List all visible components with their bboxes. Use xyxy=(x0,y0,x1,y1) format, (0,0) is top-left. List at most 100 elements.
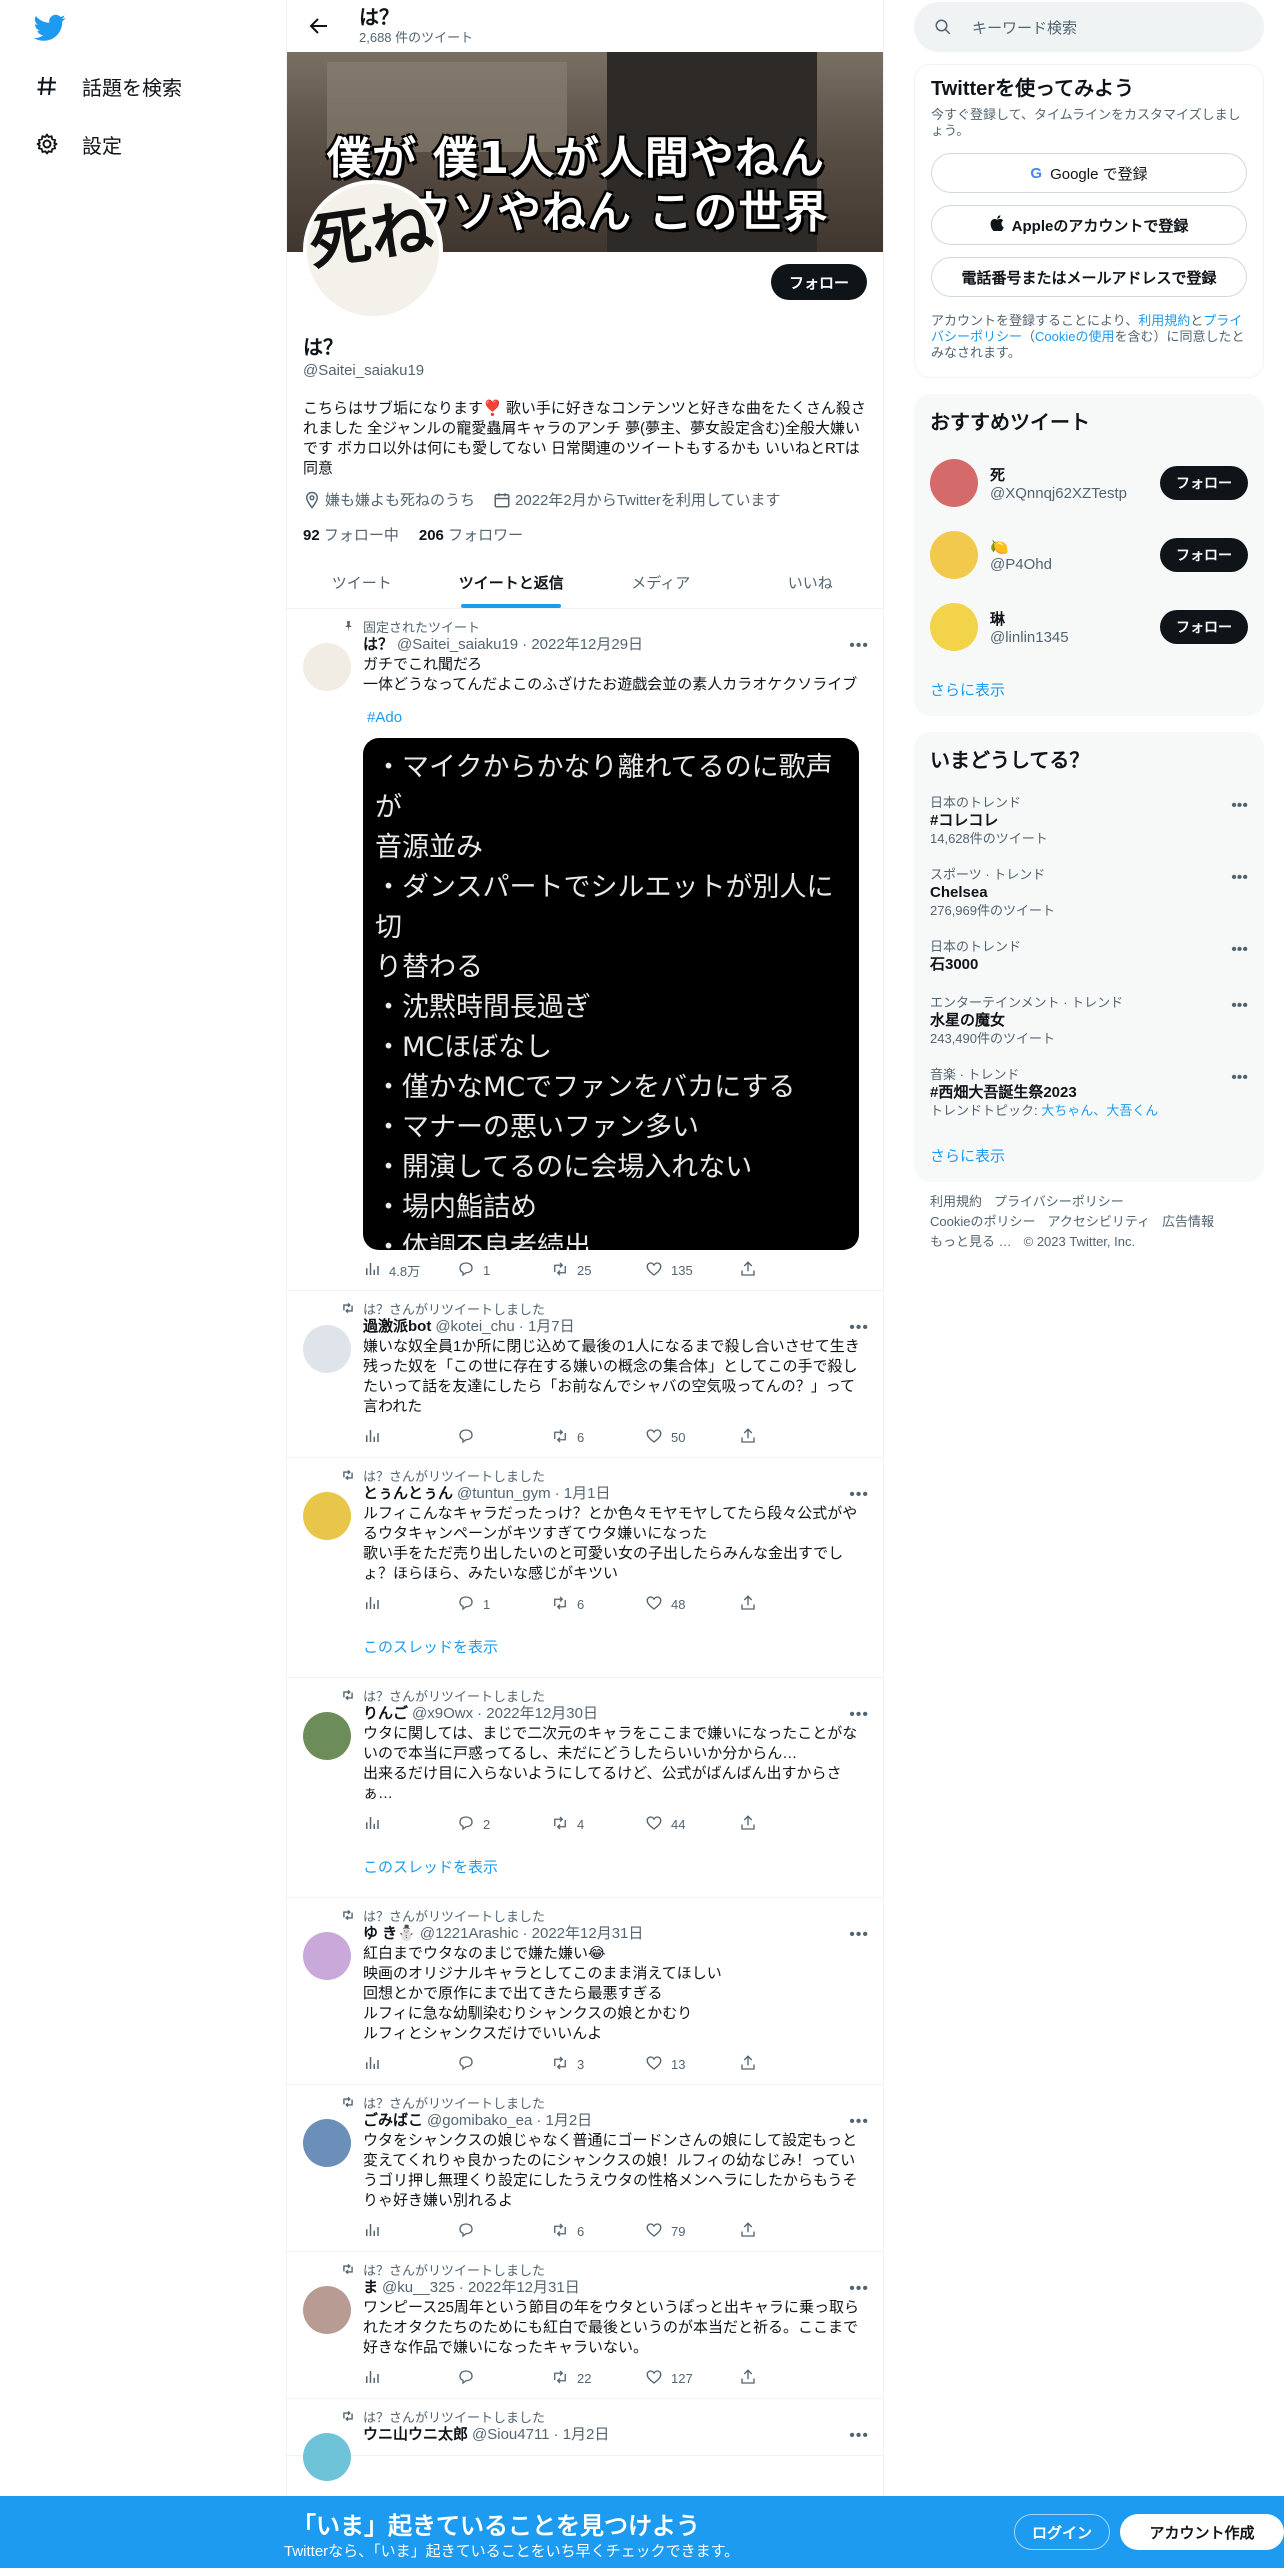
more-options-icon[interactable]: ••• xyxy=(849,1486,869,1504)
like-button[interactable]: 127 xyxy=(645,2368,739,2389)
more-options-icon[interactable]: ••• xyxy=(1231,869,1248,887)
share-button[interactable] xyxy=(739,2368,833,2389)
recommended-user-avatar[interactable] xyxy=(930,531,978,579)
nav-explore[interactable]: 話題を検索 xyxy=(34,68,182,104)
views-button[interactable] xyxy=(363,1427,457,1448)
tweet-avatar[interactable] xyxy=(303,2433,351,2481)
tweet-author-name[interactable]: とぅんとぅん xyxy=(363,1484,453,1504)
recommended-user-name[interactable]: 🍋 xyxy=(990,538,1160,556)
tweet-author-handle[interactable]: @kotei_chu xyxy=(435,1317,514,1337)
tab-media[interactable]: メディア xyxy=(586,556,736,608)
footer-link[interactable]: Cookieのポリシー xyxy=(930,1214,1035,1229)
tweet-author-name[interactable]: りんご xyxy=(363,1704,408,1724)
tweet-avatar[interactable] xyxy=(303,1325,351,1373)
tab-tweets-and-replies[interactable]: ツイートと返信 xyxy=(437,556,587,608)
reply-button[interactable] xyxy=(457,2054,551,2075)
reply-button[interactable] xyxy=(457,2221,551,2242)
like-button[interactable]: 79 xyxy=(645,2221,739,2242)
views-button[interactable] xyxy=(363,2221,457,2242)
trends-show-more[interactable]: さらに表示 xyxy=(914,1129,1264,1182)
tweet-avatar[interactable] xyxy=(303,1712,351,1760)
reply-button[interactable] xyxy=(457,1427,551,1448)
like-button[interactable]: 135 xyxy=(645,1260,739,1281)
tweet-author-handle[interactable]: @Siou4711 xyxy=(472,2425,550,2445)
more-options-icon[interactable]: ••• xyxy=(849,1706,869,1724)
footer-link[interactable]: 広告情報 xyxy=(1162,1214,1214,1229)
recommended-user-avatar[interactable] xyxy=(930,603,978,651)
footer-link[interactable]: アクセシビリティ xyxy=(1047,1214,1150,1229)
tweet-avatar[interactable] xyxy=(303,2119,351,2167)
retweet-button[interactable]: 3 xyxy=(551,2054,645,2075)
views-button[interactable] xyxy=(363,1814,457,1835)
footer-link[interactable]: プライバシーポリシー xyxy=(994,1194,1124,1209)
like-button[interactable]: 48 xyxy=(645,1594,739,1615)
tweet-author-handle[interactable]: @gomibako_ea xyxy=(427,2111,532,2131)
trend-item[interactable]: スポーツ · トレンド Chelsea 276,969件のツイート ••• xyxy=(914,857,1264,929)
like-button[interactable]: 13 xyxy=(645,2054,739,2075)
tweet[interactable]: は？さんがリツイートしました りんご @x9Owx · 2022年12月30日 ••• ウ… xyxy=(287,1678,883,1898)
tab-likes[interactable]: いいね xyxy=(736,556,884,608)
views-button[interactable]: 4.8万 xyxy=(363,1260,457,1281)
reply-button[interactable]: 2 xyxy=(457,1814,551,1835)
tweet-date[interactable]: · 2022年12月30日 xyxy=(477,1704,598,1724)
tweet-author-handle[interactable]: @ku__325 xyxy=(382,2278,455,2298)
tweet-date[interactable]: · 1月2日 xyxy=(554,2425,610,2445)
more-options-icon[interactable]: ••• xyxy=(849,637,869,655)
more-options-icon[interactable]: ••• xyxy=(849,2427,869,2445)
followers-link[interactable]: 206 フォロワー xyxy=(419,524,523,545)
tweet-avatar[interactable] xyxy=(303,1932,351,1980)
tweet-author-name[interactable]: ごみばこ xyxy=(363,2111,423,2131)
recommended-user-name[interactable]: 死 xyxy=(990,464,1160,485)
like-button[interactable]: 44 xyxy=(645,1814,739,1835)
footer-link[interactable]: 利用規約 xyxy=(930,1194,982,1209)
cookie-link[interactable]: Cookieの使用 xyxy=(1035,329,1114,344)
tweet-date[interactable]: · 2022年12月29日 xyxy=(522,635,643,655)
twitter-bird-icon[interactable] xyxy=(33,14,66,42)
retweet-button[interactable]: 4 xyxy=(551,1814,645,1835)
reply-button[interactable]: 1 xyxy=(457,1594,551,1615)
back-button[interactable] xyxy=(301,8,337,44)
tweet[interactable]: は？さんがリツイートしましたま @ku__325 · 2022年12月31日 ••• ワ… xyxy=(287,2252,883,2399)
share-button[interactable] xyxy=(739,1427,833,1448)
tweet-author-name[interactable]: 過激派bot xyxy=(363,1317,431,1337)
show-thread-link[interactable]: このスレッドを表示 xyxy=(363,1614,869,1667)
trend-item[interactable]: エンターテインメント · トレンド 水星の魔女 243,490件のツイート ••• xyxy=(914,985,1264,1057)
tweet-date[interactable]: · 2022年12月31日 xyxy=(459,2278,580,2298)
recommended-user[interactable]: 🍋 @P4Ohd フォロー xyxy=(914,519,1264,591)
tweet-date[interactable]: · 2022年12月31日 xyxy=(522,1924,643,1944)
tweet-author-name[interactable]: は？ xyxy=(363,635,393,655)
reply-button[interactable] xyxy=(457,2368,551,2389)
like-button[interactable]: 50 xyxy=(645,1427,739,1448)
tweet[interactable]: は？さんがリツイートしました 過激派bot @kotei_chu · 1月7日 ••• 嫌… xyxy=(287,1291,883,1458)
phone-email-signup-button[interactable]: 電話番号またはメールアドレスで登録 xyxy=(931,257,1247,297)
tweet[interactable]: は？さんがリツイートしましたゆ き⛄ @1221Arashic · 2022年12月… xyxy=(287,1898,883,2085)
retweet-button[interactable]: 6 xyxy=(551,1594,645,1615)
retweet-button[interactable]: 22 xyxy=(551,2368,645,2389)
more-options-icon[interactable]: ••• xyxy=(1231,941,1248,959)
share-button[interactable] xyxy=(739,2054,833,2075)
tweet[interactable]: は？さんがリツイートしました ごみばこ @gomibako_ea · 1月2日 ••• ウ… xyxy=(287,2085,883,2252)
share-button[interactable] xyxy=(739,2221,833,2242)
tweet[interactable]: は？さんがリツイートしました ウニ山ウニ太郎 @Siou4711 · 1月2日 ••• xyxy=(287,2399,883,2481)
trend-item[interactable]: 日本のトレンド 石3000 ••• xyxy=(914,929,1264,985)
tweet[interactable]: 固定されたツイート は？ @Saitei_saiaku19 · 2022年12月29日… xyxy=(287,609,883,1291)
tweet-avatar[interactable] xyxy=(303,1492,351,1540)
views-button[interactable] xyxy=(363,2368,457,2389)
create-account-button[interactable]: アカウント作成 xyxy=(1120,2514,1284,2550)
profile-avatar[interactable]: 死ね xyxy=(303,180,443,320)
more-options-icon[interactable]: ••• xyxy=(849,2280,869,2298)
tweet-author-handle[interactable]: @x9Owx xyxy=(412,1704,473,1724)
search-input[interactable]: キーワード検索 xyxy=(914,2,1264,52)
trend-item[interactable]: 日本のトレンド #コレコレ 14,628件のツイート ••• xyxy=(914,785,1264,857)
tweet-author-handle[interactable]: @tuntun_gym xyxy=(457,1484,551,1504)
more-options-icon[interactable]: ••• xyxy=(1231,997,1248,1015)
trend-item[interactable]: 音楽 · トレンド #西畑大吾誕生祭2023 トレンドトピック: 大ちゃん、大吾く… xyxy=(914,1057,1264,1129)
recommended-user[interactable]: 死 @XQnnqj62XZTestp フォロー xyxy=(914,447,1264,519)
retweet-button[interactable]: 25 xyxy=(551,1260,645,1281)
nav-settings[interactable]: 設定 xyxy=(34,126,122,162)
following-link[interactable]: 92 フォロー中 xyxy=(303,524,399,545)
google-signup-button[interactable]: G Google で登録 xyxy=(931,153,1247,193)
retweet-button[interactable]: 6 xyxy=(551,2221,645,2242)
apple-signup-button[interactable]: Appleのアカウントで登録 xyxy=(931,205,1247,245)
views-button[interactable] xyxy=(363,1594,457,1615)
